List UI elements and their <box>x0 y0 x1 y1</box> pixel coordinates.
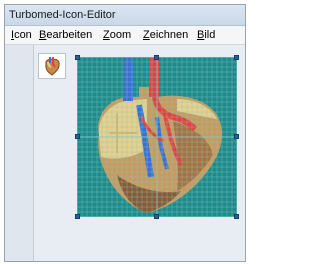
window-title: Turbomed-Icon-Editor <box>9 9 116 21</box>
menu-zoom[interactable]: Zoom <box>103 29 131 41</box>
resize-handle-top-right[interactable] <box>234 55 239 60</box>
resize-handle-top[interactable] <box>154 55 159 60</box>
title-bar[interactable]: Turbomed-Icon-Editor <box>5 5 245 26</box>
menu-bild[interactable]: Bild <box>197 29 215 41</box>
resize-handle-bottom-right[interactable] <box>234 214 239 219</box>
icon-preview[interactable] <box>38 53 66 79</box>
resize-handle-right[interactable] <box>234 134 239 139</box>
menu-zeichnen[interactable]: Zeichnen <box>143 29 188 41</box>
menu-bearbeiten[interactable]: Bearbeiten <box>39 29 92 41</box>
pixel-editor-canvas[interactable] <box>75 55 239 219</box>
resize-handle-bottom[interactable] <box>154 214 159 219</box>
menu-bar: Icon Bearbeiten Zoom Zeichnen Bild <box>5 26 245 45</box>
resize-handle-bottom-left[interactable] <box>75 214 80 219</box>
heart-pixel-art[interactable] <box>76 56 238 218</box>
resize-handle-left[interactable] <box>75 134 80 139</box>
heart-icon <box>45 57 60 76</box>
tool-strip <box>5 45 34 261</box>
menu-icon[interactable]: Icon <box>11 29 32 41</box>
resize-handle-top-left[interactable] <box>75 55 80 60</box>
icon-editor-window: Turbomed-Icon-Editor Icon Bearbeiten Zoo… <box>4 4 246 262</box>
